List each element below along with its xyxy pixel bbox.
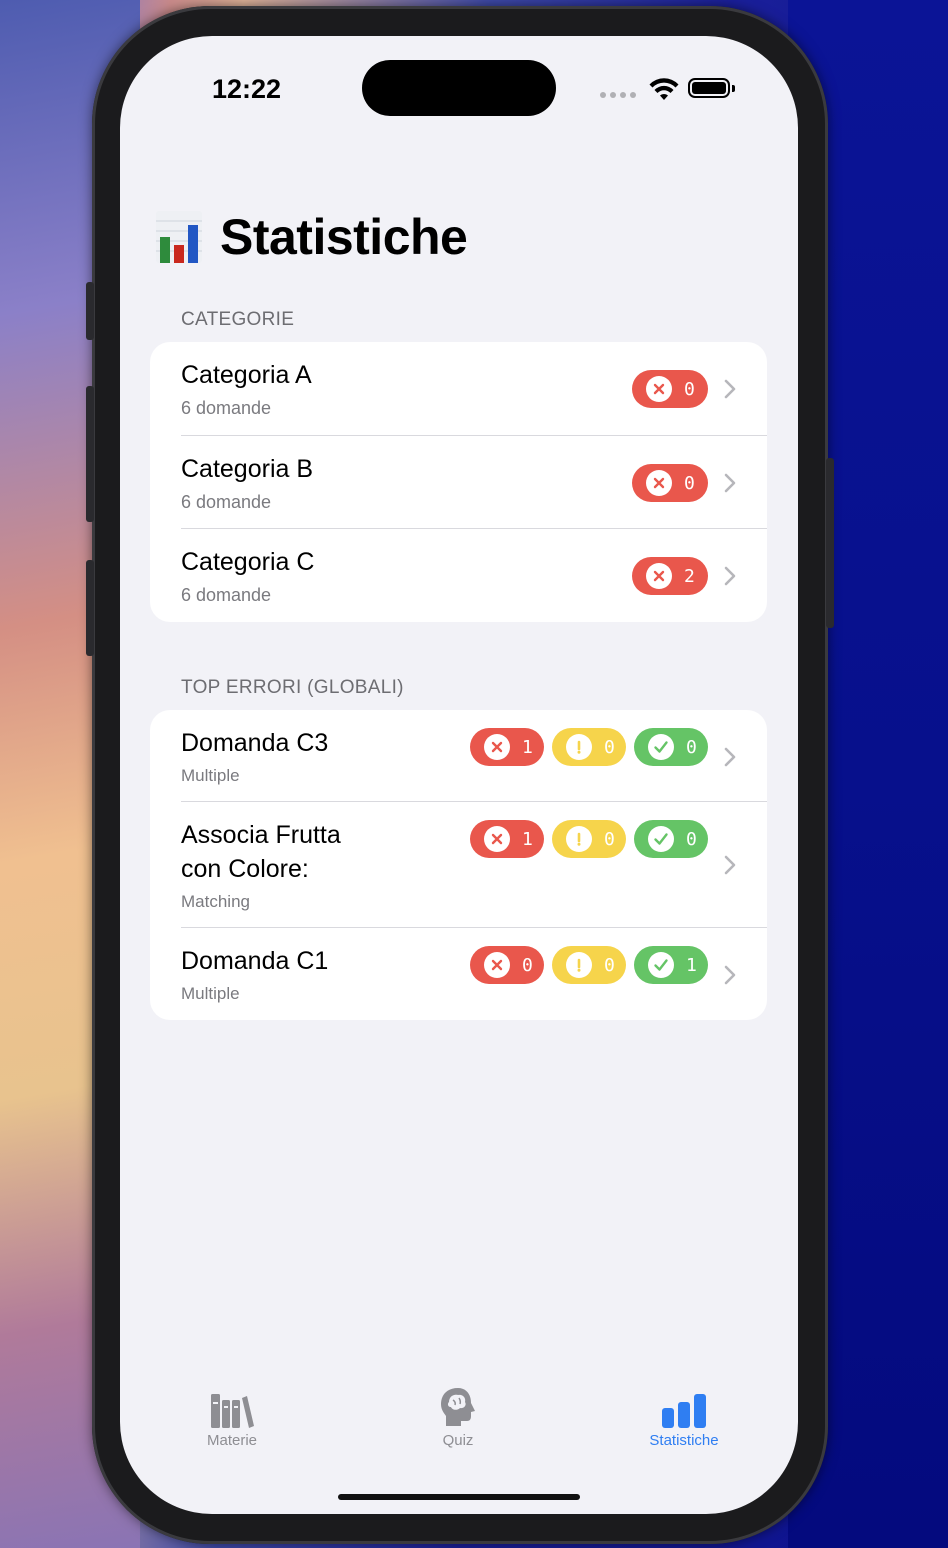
volume-down-button (86, 560, 94, 656)
error-count: 0 (684, 378, 695, 400)
question-type: Multiple (181, 984, 240, 1003)
action-button (86, 282, 94, 340)
bar-chart-emoji-icon (156, 211, 202, 263)
x-octagon-icon (646, 470, 672, 496)
tab-label: Statistiche (649, 1432, 719, 1449)
wrong-count: 0 (522, 954, 533, 976)
battery-icon (688, 78, 730, 98)
correct-count-badge: 0 (634, 728, 708, 766)
category-subtitle: 6 domande (181, 585, 272, 605)
checkmark-circle-icon (648, 734, 674, 760)
x-circle-icon (484, 952, 510, 978)
question-title-line1: Associa Frutta (181, 821, 341, 849)
correct-count: 0 (686, 828, 697, 850)
category-row-a[interactable]: Categoria A 6 domande 0 (150, 342, 767, 436)
power-button (826, 458, 834, 628)
question-row-c1[interactable]: Domanda C1 Multiple 0 0 1 (150, 928, 767, 1020)
page-title-text: Statistiche (220, 209, 468, 265)
dynamic-island (362, 60, 556, 116)
exclamation-circle-icon (566, 734, 592, 760)
chevron-right-icon (724, 379, 736, 399)
brain-head-icon (378, 1384, 538, 1428)
x-octagon-icon (646, 376, 672, 402)
status-time: 12:22 (212, 74, 282, 104)
category-subtitle: 6 domande (181, 492, 272, 512)
tab-label: Materie (206, 1432, 258, 1449)
wrong-count-badge: 0 (470, 946, 544, 984)
error-count-badge: 0 (632, 370, 708, 408)
home-indicator[interactable] (338, 1494, 580, 1500)
volume-up-button (86, 386, 94, 522)
error-count-badge: 2 (632, 557, 708, 595)
question-title-line2: con Colore: (181, 855, 309, 883)
category-subtitle: 6 domande (181, 398, 272, 418)
chevron-right-icon (724, 855, 736, 875)
categories-card: Categoria A 6 domande 0 Categoria B 6 do… (150, 342, 767, 622)
category-title: Categoria B (181, 455, 314, 483)
wrong-count-badge: 1 (470, 820, 544, 858)
error-count-badge: 0 (632, 464, 708, 502)
tab-quiz[interactable]: Quiz (378, 1384, 538, 1449)
exclamation-circle-icon (566, 826, 592, 852)
checkmark-circle-icon (648, 826, 674, 852)
tab-statistiche[interactable]: Statistiche (604, 1384, 764, 1449)
exclamation-circle-icon (566, 952, 592, 978)
partial-count-badge: 0 (552, 728, 626, 766)
correct-count-badge: 1 (634, 946, 708, 984)
categories-header: CATEGORIE (181, 309, 295, 330)
x-circle-icon (484, 826, 510, 852)
partial-count: 0 (604, 954, 615, 976)
bar-chart-icon (604, 1384, 764, 1428)
x-circle-icon (646, 563, 672, 589)
chevron-right-icon (724, 566, 736, 586)
correct-count-badge: 0 (634, 820, 708, 858)
page-title: Statistiche (156, 208, 468, 266)
partial-count: 0 (604, 828, 615, 850)
cellular-signal-icon (600, 92, 636, 98)
category-row-c[interactable]: Categoria C 6 domande 2 (150, 529, 767, 622)
wrong-count: 1 (522, 736, 533, 758)
question-row-c3[interactable]: Domanda C3 Multiple 1 0 0 (150, 710, 767, 802)
tab-bar: Materie Quiz Statistiche (120, 1384, 798, 1464)
app-screen: 12:22 Statistiche CATEGORIE Categoria A (120, 36, 798, 1514)
question-type: Multiple (181, 766, 240, 785)
chevron-right-icon (724, 965, 736, 985)
partial-count-badge: 0 (552, 820, 626, 858)
category-title: Categoria C (181, 548, 315, 576)
error-count: 0 (684, 472, 695, 494)
question-title: Domanda C1 (181, 947, 329, 975)
correct-count: 0 (686, 736, 697, 758)
partial-count: 0 (604, 736, 615, 758)
wrong-count-badge: 1 (470, 728, 544, 766)
tab-label: Quiz (442, 1432, 474, 1449)
chevron-right-icon (724, 747, 736, 767)
question-title: Domanda C3 (181, 729, 329, 757)
question-row-associa-frutta[interactable]: Associa Frutta con Colore: Matching 1 0 … (150, 802, 767, 928)
checkmark-circle-icon (648, 952, 674, 978)
tab-materie[interactable]: Materie (152, 1384, 312, 1449)
top-errors-card: Domanda C3 Multiple 1 0 0 Associa Frutta… (150, 710, 767, 1020)
wrong-count: 1 (522, 828, 533, 850)
top-errors-header: TOP ERRORI (GLOBALI) (181, 677, 404, 698)
category-row-b[interactable]: Categoria B 6 domande 0 (150, 436, 767, 529)
wifi-icon (649, 78, 679, 100)
books-icon (152, 1384, 312, 1428)
x-circle-icon (484, 734, 510, 760)
chevron-right-icon (724, 473, 736, 493)
partial-count-badge: 0 (552, 946, 626, 984)
correct-count: 1 (686, 954, 697, 976)
category-title: Categoria A (181, 361, 312, 389)
error-count: 2 (684, 565, 695, 587)
question-type: Matching (181, 892, 250, 911)
battery-tip (732, 85, 735, 92)
